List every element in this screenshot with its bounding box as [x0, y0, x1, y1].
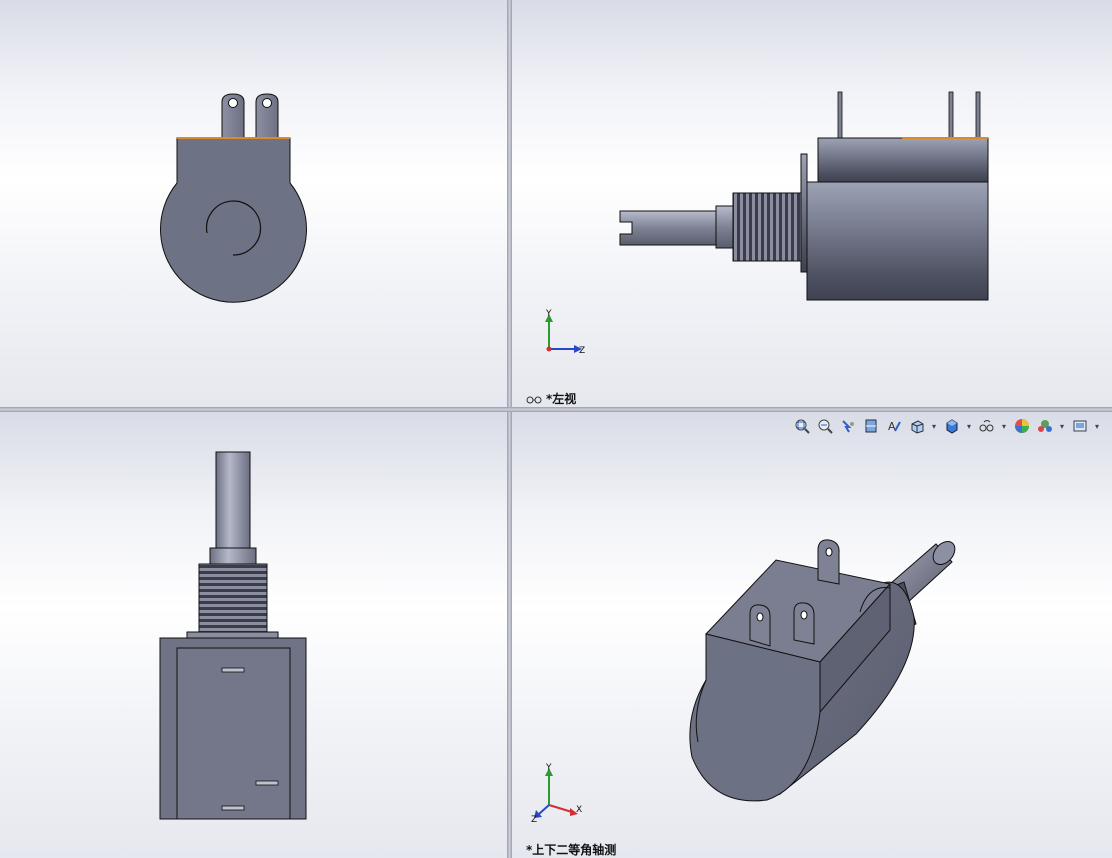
threaded-bushing [198, 563, 268, 633]
triad-label-x: X [576, 805, 582, 815]
shaft [619, 210, 717, 246]
viewport-splitter-vertical[interactable] [507, 0, 512, 858]
triad-label-z: Z [579, 346, 585, 356]
front-view-model[interactable] [0, 0, 507, 407]
view-triad [545, 314, 582, 353]
viewport-left[interactable]: Y Z *左视 [512, 0, 1112, 407]
triad-label-z: Z [531, 815, 537, 825]
bushing-collar [715, 205, 734, 249]
glasses-icon [526, 393, 542, 407]
terminal-tab [221, 93, 245, 139]
viewport-splitter-horizontal[interactable] [0, 407, 1112, 412]
housing-top [176, 647, 291, 820]
terminal-tab [793, 602, 815, 645]
viewport-isometric[interactable]: A ▾ ▾ ▾ ▾ ▾ Y X Z *上下二等角轴测 [512, 412, 1112, 858]
isometric-view-model[interactable]: Y X Z [512, 412, 1112, 858]
bushing-collar [209, 547, 257, 565]
flange [800, 153, 808, 273]
view-triad [534, 768, 578, 818]
viewport-name: *左视 [546, 392, 577, 406]
left-view-model[interactable]: Y Z [512, 0, 1112, 407]
housing-body [160, 137, 307, 303]
housing-top [817, 137, 989, 183]
viewport-label: *左视 [526, 390, 576, 407]
terminal-tab [817, 539, 840, 585]
threaded-bushing [732, 192, 802, 262]
triad-label-y: Y [545, 309, 552, 319]
viewport-front[interactable] [0, 0, 507, 407]
triad-label-y: Y [545, 763, 552, 773]
viewport-top[interactable] [0, 412, 507, 858]
flange [186, 631, 279, 639]
top-view-model[interactable] [0, 412, 507, 858]
terminal-tab [749, 604, 771, 647]
housing-body [806, 181, 989, 301]
terminal-tab [255, 93, 279, 139]
terminal-pin [837, 91, 981, 139]
viewport-label: *上下二等角轴测 [526, 843, 617, 857]
shaft [215, 451, 251, 549]
